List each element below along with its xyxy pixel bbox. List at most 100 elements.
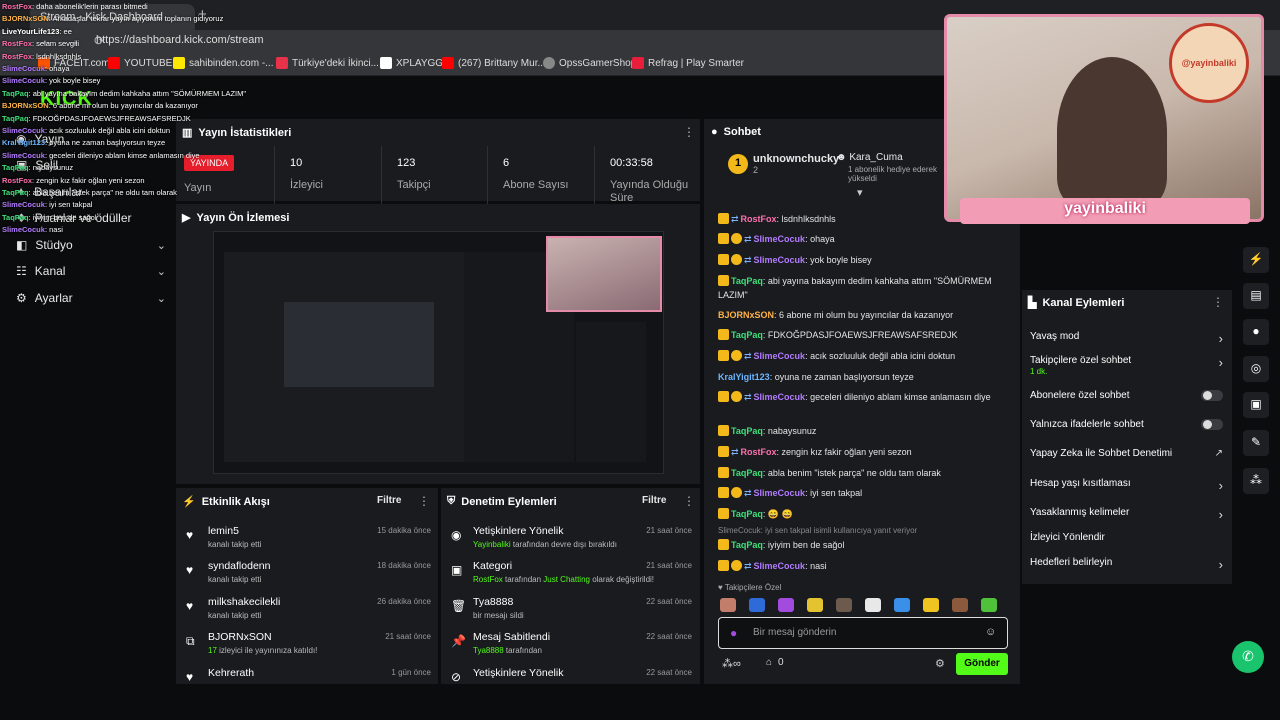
collapse-icon[interactable]: ▾ <box>857 186 863 199</box>
overlay-text: : abla benim "istek parça" ne oldu tam o… <box>28 188 177 197</box>
channel-action-item[interactable]: Yavaş mod › <box>1030 331 1225 346</box>
mod-filter-button[interactable]: Filtre <box>642 495 666 506</box>
channel-action-item[interactable]: Yalnızca ifadelerle sohbet <box>1030 419 1225 430</box>
crown-badge-icon <box>718 329 729 340</box>
channel-action-item[interactable]: Yapay Zeka ile Sohbet Denetimi ↗ <box>1030 448 1225 459</box>
overlay-chat-line: KralYigit123: oyuna ne zaman başlıyorsun… <box>2 138 165 147</box>
more-options-icon[interactable]: ⋮ <box>418 494 430 508</box>
chat-bubble-icon[interactable]: ● <box>1243 319 1269 345</box>
support-chat-button[interactable]: ✆ <box>1232 641 1264 673</box>
crown-badge-icon <box>718 233 729 244</box>
chat-settings-icon[interactable]: ⚙ <box>935 657 945 670</box>
sidebar-item-ayarlar[interactable]: ⚙ Ayarlar ⌄ <box>16 291 166 305</box>
chat-username[interactable]: SlimeCocuk <box>754 392 806 402</box>
toggle-switch[interactable] <box>1201 390 1223 401</box>
emote-icon[interactable] <box>749 598 765 612</box>
chat-username[interactable]: KralYigit123 <box>718 372 770 382</box>
broadcast-icon[interactable]: ◎ <box>1243 356 1269 382</box>
channel-action-item[interactable]: Hesap yaşı kısıtlaması › <box>1030 478 1225 493</box>
users-infinity-icon[interactable]: ⁂∞ <box>722 657 741 670</box>
sub-badge-icon <box>731 487 742 498</box>
chart-icon: ▥ <box>182 127 193 139</box>
preview-webcam-mini <box>546 236 662 312</box>
chat-username[interactable]: TaqPaq <box>731 426 763 436</box>
chat-username[interactable]: TaqPaq <box>731 330 763 340</box>
more-options-icon[interactable]: ⋮ <box>683 494 695 508</box>
channel-action-item[interactable]: Abonelere özel sohbet <box>1030 390 1225 401</box>
chat-text: : iyiyim ben de sağol <box>762 540 845 550</box>
chat-username[interactable]: SlimeCocuk <box>754 488 806 498</box>
crown-badge-icon <box>718 560 729 571</box>
swap-badge-icon: ⇄ <box>744 234 752 244</box>
emote-icon[interactable] <box>865 598 881 612</box>
emote-icon[interactable] <box>807 598 823 612</box>
overlay-chat-line: SlimeCocuk: geceleri dileniyo ablam kims… <box>2 151 200 160</box>
emote-icon[interactable] <box>720 598 736 612</box>
shield-icon: ⛨ <box>447 495 456 507</box>
chat-message: ⇄ SlimeCocuk: geceleri dileniyo ablam kim… <box>718 390 1008 404</box>
chat-username[interactable]: SlimeCocuk <box>754 234 806 244</box>
chat-username[interactable]: SlimeCocuk <box>754 255 806 265</box>
overlay-username: TaqPaq <box>2 163 29 173</box>
action-sublabel: 1 dk. <box>1030 367 1048 376</box>
emote-icon[interactable] <box>923 598 939 612</box>
bookmark-item[interactable]: (267) Brittany Mur... <box>442 57 546 69</box>
chat-message: TaqPaq: FDKOĞPDASJFOAEWSJFREAWSAFSREDJK <box>718 328 1008 342</box>
channel-action-item[interactable]: Hedefleri belirleyin › <box>1030 557 1225 572</box>
overlay-text: : iyi sen takpal <box>44 200 93 210</box>
chat-username[interactable]: TaqPaq <box>731 540 763 550</box>
layout-icon[interactable]: ▣ <box>1243 392 1269 418</box>
channel-icon: ☷ <box>16 264 27 278</box>
feed-filter-button[interactable]: Filtre <box>377 495 401 506</box>
chat-username[interactable]: RostFox <box>741 447 777 457</box>
wrench-icon[interactable]: ✎ <box>1243 430 1269 456</box>
chevron-right-icon: › <box>1218 478 1223 493</box>
heart-icon: ♥ <box>186 563 194 577</box>
overlay-text: : geceleri dileniyo ablam kimse anlaması… <box>44 150 200 160</box>
channel-action-item[interactable]: Yasaklanmış kelimeler › <box>1030 507 1225 522</box>
emote-icon[interactable] <box>836 598 852 612</box>
emoji-icon[interactable]: ☺ <box>985 626 996 638</box>
send-button[interactable]: Gönder <box>956 653 1008 675</box>
chat-username[interactable]: TaqPaq <box>731 468 763 478</box>
emote-icon[interactable] <box>981 598 997 612</box>
top-gifter[interactable]: 1 unknownchucky 2 <box>728 153 839 175</box>
share-icon[interactable]: ⁂ <box>1243 468 1269 494</box>
channel-action-item[interactable]: Takipçilere özel sohbet 1 dk. › <box>1030 355 1225 376</box>
more-options-icon[interactable]: ⋮ <box>683 125 695 139</box>
points-display[interactable]: ⌂ 0 <box>766 657 784 668</box>
bookmark-item[interactable]: XPLAYGG <box>380 57 443 69</box>
emote-icon[interactable] <box>952 598 968 612</box>
stream-preview[interactable] <box>213 231 664 474</box>
overlay-username: RostFox <box>2 39 32 49</box>
more-options-icon[interactable]: ⋮ <box>1212 295 1224 309</box>
bookmark-item[interactable]: Refrag | Play Smarter <box>632 57 744 69</box>
bookmark-item[interactable]: OpssGamerShop <box>543 57 636 69</box>
chat-username[interactable]: BJORNxSON <box>718 310 774 320</box>
overlay-username: RostFox <box>2 2 32 11</box>
bookmark-item[interactable]: YOUTUBE <box>108 57 172 69</box>
bookmark-item[interactable]: Türkiye'deki İkinci... <box>276 57 379 69</box>
bookmark-item[interactable]: sahibinden.com -... <box>173 57 274 69</box>
viewers-count: 10 <box>290 157 303 169</box>
chat-username[interactable]: TaqPaq <box>731 509 763 519</box>
eye-icon: ◉ <box>451 528 462 542</box>
url-field[interactable]: https://dashboard.kick.com/stream <box>96 34 264 46</box>
chat-username[interactable]: TaqPaq <box>731 276 763 286</box>
chat-username[interactable]: SlimeCocuk <box>754 351 806 361</box>
lightning-icon[interactable]: ⚡ <box>1243 247 1269 273</box>
chat-username[interactable]: SlimeCocuk <box>754 561 806 571</box>
document-icon[interactable]: ▤ <box>1243 283 1269 309</box>
gift-user[interactable]: ☻ Kara_Cuma <box>836 152 946 163</box>
emote-icon[interactable] <box>894 598 910 612</box>
chat-input[interactable]: Bir mesaj gönderin <box>718 617 1008 649</box>
channel-action-item[interactable]: İzleyici Yönlendir <box>1030 532 1225 543</box>
emote-icon[interactable] <box>778 598 794 612</box>
toggle-switch[interactable] <box>1201 419 1223 430</box>
sidebar-item-kanal[interactable]: ☷ Kanal ⌄ <box>16 264 166 278</box>
mic-icon[interactable]: ● <box>730 626 737 640</box>
chat-message: ⇄ SlimeCocuk: nasi <box>718 559 1008 573</box>
overlay-text: : FDKOĞPDASJFOAEWSJFREAWSAFSREDJK <box>28 113 191 123</box>
chat-username[interactable]: RostFox <box>741 214 777 224</box>
sidebar-item-studyo[interactable]: ◧ Stüdyo ⌄ <box>16 238 166 252</box>
